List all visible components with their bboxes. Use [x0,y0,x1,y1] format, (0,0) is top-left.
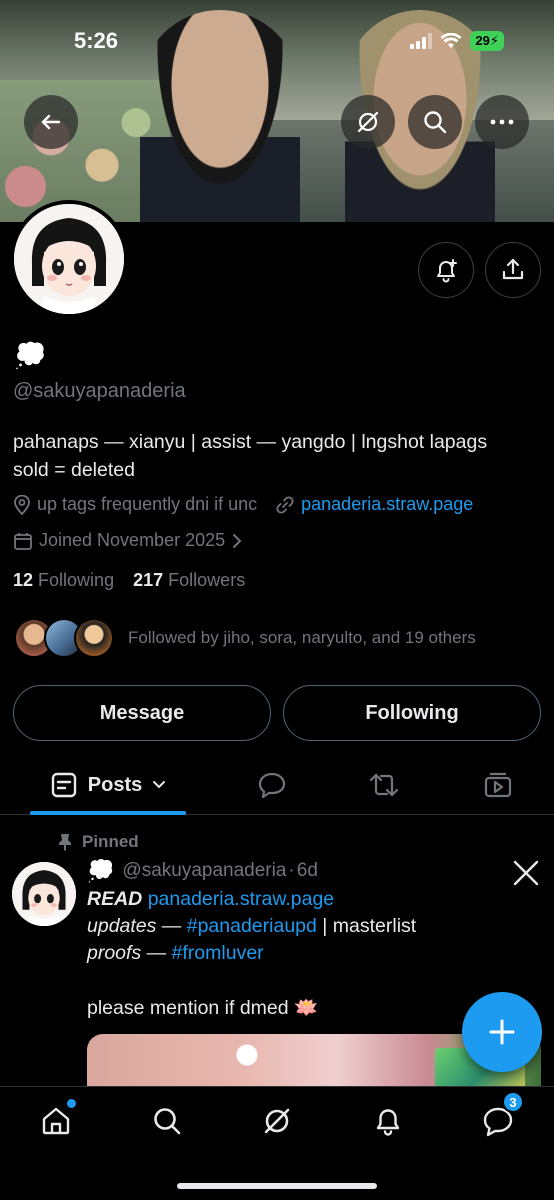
posts-icon [51,772,76,798]
status-icons: 29⚡ [410,31,504,51]
post-proofs-label: proofs — [87,942,167,964]
chevron-down-icon [153,781,166,789]
post-separator: · [288,860,295,881]
x-logo-icon [513,860,539,886]
nav-notifications[interactable] [368,1101,408,1141]
battery-level: 29 [475,33,490,48]
bell-plus-icon [437,259,457,283]
more-dots-icon [490,119,514,125]
compose-post-button[interactable] [462,992,542,1072]
post-time[interactable]: 6d [297,860,318,882]
home-indicator-bar [177,1183,377,1189]
profile-bio: pahanaps — xianyu | assist — yangdo | ln… [13,428,543,484]
post-read-label: READ [87,888,143,910]
grok-icon [264,1108,290,1134]
follower-avatar [74,618,114,658]
follow-counts: 12 Following 217 Followers [13,570,245,591]
location-text: up tags frequently dni if unc [37,494,258,514]
followers-count-link[interactable]: 217 Followers [133,570,245,590]
profile-meta-location-website: up tags frequently dni if unc panaderia.… [13,494,473,515]
share-button[interactable] [485,242,541,298]
followers-label: Followers [168,570,246,590]
more-options-button[interactable] [475,95,529,149]
nav-grok[interactable] [257,1101,297,1141]
bottom-navigation: 3 [0,1086,554,1200]
tab-active-indicator [30,811,186,815]
wifi-icon [440,33,462,48]
post-line-1: READ panaderia.straw.page [87,888,334,911]
chevron-right-icon [233,533,242,548]
pin-icon [59,834,71,851]
notifications-subscribe-button[interactable] [418,242,474,298]
link-icon [276,495,294,514]
repost-icon [369,773,399,797]
home-icon [42,1107,70,1135]
tab-replies[interactable] [250,755,294,815]
post-author-name[interactable]: 💭 [87,858,114,884]
joined-text: Joined November 2025 [39,530,226,550]
profile-handle: @sakuyapanaderia [13,380,186,402]
search-icon [154,1108,181,1135]
nav-messages[interactable]: 3 [478,1091,524,1141]
x-logo-button[interactable] [512,860,540,891]
tab-posts[interactable]: Posts [30,755,186,815]
hashtag-panaderiaupd[interactable]: #panaderiaupd [187,915,317,937]
status-time: 5:26 [74,28,119,53]
anime-avatar-illustration [12,862,76,926]
following-count: 12 [13,570,34,590]
post-author-avatar[interactable] [12,862,76,926]
bio-line: pahanaps — xianyu | assist — yangdo | ln… [13,431,488,453]
arrow-left-icon [41,114,61,130]
share-upload-icon [502,258,524,280]
following-label: Following [38,570,115,590]
back-button[interactable] [24,95,78,149]
post-author-handle[interactable]: @sakuyapanaderia [122,860,286,882]
message-button[interactable]: Message [13,685,271,741]
website-link[interactable]: panaderia.straw.page [301,494,473,515]
messages-badge: 3 [502,1091,524,1113]
media-play-icon [484,772,512,798]
followers-count: 217 [133,570,164,590]
grok-icon [357,111,379,133]
anime-avatar-illustration [14,204,124,314]
grok-button[interactable] [341,95,395,149]
post-updates-label: updates — [87,915,182,937]
pinned-label: Pinned [58,832,139,852]
nav-home[interactable] [36,1099,76,1141]
tab-reposts[interactable] [362,755,406,815]
tab-posts-label: Posts [87,773,143,796]
nav-search[interactable] [147,1101,187,1141]
post-link[interactable]: panaderia.straw.page [148,888,334,910]
post-masterlist-text: | masterlist [322,915,417,937]
display-name: 💭 [14,340,47,370]
following-button[interactable]: Following [283,685,541,741]
charging-icon: ⚡ [489,33,499,48]
battery-indicator: 29⚡ [470,31,504,51]
bio-line: sold = deleted [13,459,135,481]
calendar-icon [14,532,32,550]
profile-avatar[interactable] [10,200,128,318]
post-line-4: please mention if dmed 🪷 [87,997,319,1019]
followed-by-row[interactable]: Followed by jiho, sora, naryulto, and 19… [14,618,476,658]
signal-icon [410,33,433,49]
post-line-2: updates — #panaderiaupd | masterlist [87,915,416,938]
post-header: 💭 @sakuyapanaderia · 6d [87,858,318,884]
profile-tabs: Posts [0,755,554,815]
following-count-link[interactable]: 12 Following [13,570,114,590]
profile-joined-row[interactable]: Joined November 2025 [13,530,243,551]
reply-bubble-icon [258,772,286,799]
search-button[interactable] [408,95,462,149]
search-icon [424,111,447,134]
hashtag-fromluver[interactable]: #fromluver [172,942,264,964]
tab-media[interactable] [476,755,520,815]
followed-by-text: Followed by jiho, sora, naryulto, and 19… [128,628,476,647]
post-line-3: proofs — #fromluver [87,942,264,965]
plus-icon [489,1019,515,1045]
home-notification-dot [67,1099,76,1108]
pinned-text: Pinned [82,832,139,851]
location-pin-icon [14,494,30,515]
bell-icon [376,1109,400,1136]
